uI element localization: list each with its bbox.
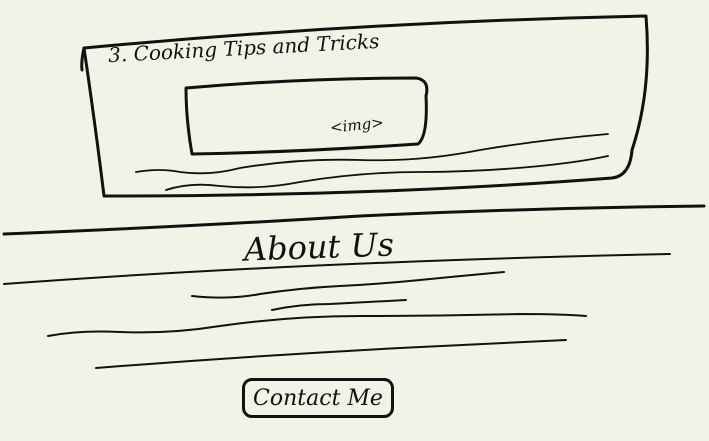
sketch-lines <box>2 14 706 369</box>
contact-me-button[interactable]: Contact Me <box>242 378 394 418</box>
about-text-squiggle-3 <box>47 313 587 337</box>
card-text-squiggle-2 <box>165 155 609 191</box>
about-text-line-2 <box>95 339 567 369</box>
image-placeholder-box <box>184 76 429 156</box>
about-title: About Us <box>243 225 395 269</box>
about-text-squiggle-2 <box>271 299 407 311</box>
about-text-squiggle-1 <box>191 271 505 299</box>
